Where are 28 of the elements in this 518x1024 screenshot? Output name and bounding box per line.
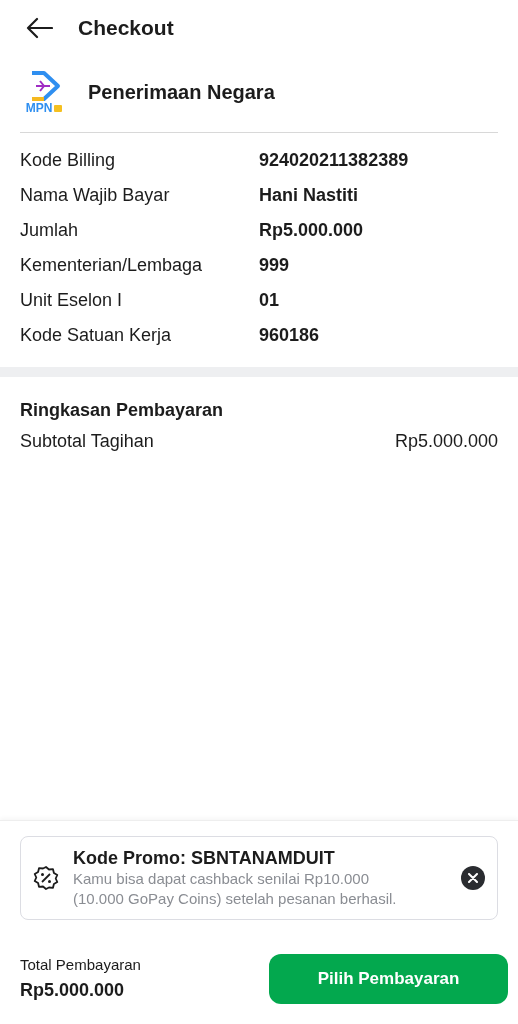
detail-value: 999 xyxy=(259,254,290,277)
detail-value: Hani Nastiti xyxy=(259,184,359,207)
total-value: Rp5.000.000 xyxy=(20,978,126,1002)
close-button[interactable] xyxy=(461,866,485,890)
merchant-name: Penerimaan Negara xyxy=(88,80,275,105)
logo-text: MPN xyxy=(25,102,53,114)
promo-description: Kamu bisa dapat cashback senilai Rp10.000 (10.000 GoPay Coins) setelah pesanan berhasil. xyxy=(73,869,398,909)
detail-label: Jumlah xyxy=(20,219,80,242)
promo-card[interactable]: Kode Promo: SBNTANAMDUIT Kamu bisa dapat cashback senilai Rp10.000 (10.000 GoPay Coins) setelah pesanan berhasil. xyxy=(20,836,498,920)
discount-icon xyxy=(33,865,59,891)
detail-label: Kode Satuan Kerja xyxy=(20,324,173,347)
page-title: Checkout xyxy=(78,15,174,42)
detail-value: 960186 xyxy=(259,324,320,347)
detail-label: Kementerian/Lembaga xyxy=(20,254,204,277)
detail-value: Rp5.000.000 xyxy=(259,219,364,242)
detail-value: 01 xyxy=(259,289,280,312)
total-label: Total Pembayaran xyxy=(20,955,141,976)
logo-tag-icon xyxy=(54,104,63,112)
back-arrow-icon xyxy=(25,17,53,39)
detail-label: Kode Billing xyxy=(20,149,117,172)
summary-label: Subtotal Tagihan xyxy=(20,429,154,453)
close-icon xyxy=(468,873,478,883)
summary-value: Rp5.000.000 xyxy=(394,429,498,453)
summary-title: Ringkasan Pembayaran xyxy=(20,399,225,422)
promo-title: Kode Promo: SBNTANAMDUIT xyxy=(73,847,336,869)
detail-value: 924020211382389 xyxy=(259,149,409,172)
detail-label: Unit Eselon I xyxy=(20,289,124,312)
detail-label: Nama Wajib Bayar xyxy=(20,184,171,207)
